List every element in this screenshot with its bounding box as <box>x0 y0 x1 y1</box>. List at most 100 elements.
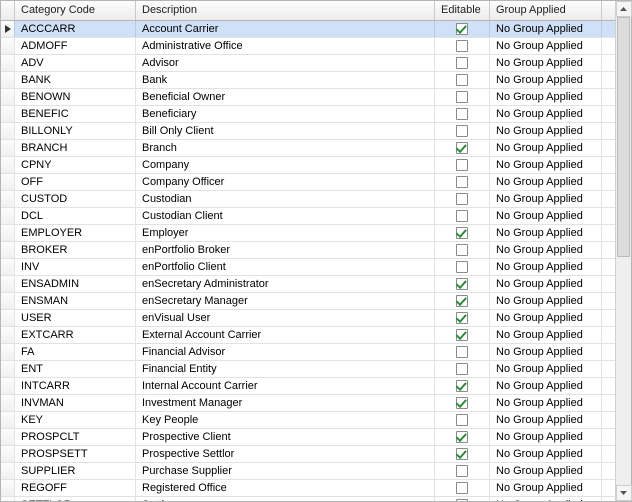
editable-checkbox[interactable] <box>456 278 468 290</box>
table-row[interactable]: BROKERenPortfolio BrokerNo Group Applied <box>1 242 615 259</box>
table-row[interactable]: ADMOFFAdministrative Office No Group Appl… <box>1 38 615 55</box>
table-row[interactable]: BENOWNBeneficial OwnerNo Group Applied <box>1 89 615 106</box>
cell-description[interactable]: enPortfolio Broker <box>136 242 435 258</box>
cell-category-code[interactable]: CPNY <box>15 157 136 173</box>
row-indicator[interactable] <box>1 242 15 258</box>
cell-group-applied[interactable]: No Group Applied <box>490 21 602 37</box>
cell-description[interactable]: Employer <box>136 225 435 241</box>
cell-category-code[interactable]: INVMAN <box>15 395 136 411</box>
editable-checkbox[interactable] <box>456 108 468 120</box>
cell-category-code[interactable]: KEY <box>15 412 136 428</box>
cell-editable[interactable] <box>435 208 490 224</box>
cell-description[interactable]: Key People <box>136 412 435 428</box>
editable-checkbox[interactable] <box>456 261 468 273</box>
row-indicator[interactable] <box>1 259 15 275</box>
cell-category-code[interactable]: BENOWN <box>15 89 136 105</box>
cell-category-code[interactable]: EXTCARR <box>15 327 136 343</box>
table-row[interactable]: PROSPSETTProspective SettlorNo Group App… <box>1 446 615 463</box>
row-indicator[interactable] <box>1 157 15 173</box>
table-row[interactable]: ENSADMINenSecretary AdministratorNo Grou… <box>1 276 615 293</box>
cell-group-applied[interactable]: No Group Applied <box>490 293 602 309</box>
editable-checkbox[interactable] <box>456 380 468 392</box>
editable-checkbox[interactable] <box>456 397 468 409</box>
row-indicator[interactable] <box>1 344 15 360</box>
cell-editable[interactable] <box>435 72 490 88</box>
cell-editable[interactable] <box>435 429 490 445</box>
cell-category-code[interactable]: SUPPLIER <box>15 463 136 479</box>
cell-editable[interactable] <box>435 412 490 428</box>
cell-group-applied[interactable]: No Group Applied <box>490 259 602 275</box>
table-row[interactable]: ACCCARRAccount CarrierNo Group Applied <box>1 21 615 38</box>
editable-checkbox[interactable] <box>456 329 468 341</box>
table-row[interactable]: INVMANInvestment ManagerNo Group Applied <box>1 395 615 412</box>
cell-editable[interactable] <box>435 242 490 258</box>
row-indicator[interactable] <box>1 395 15 411</box>
row-indicator[interactable] <box>1 378 15 394</box>
row-indicator[interactable] <box>1 327 15 343</box>
cell-group-applied[interactable]: No Group Applied <box>490 412 602 428</box>
cell-category-code[interactable]: ENSMAN <box>15 293 136 309</box>
cell-category-code[interactable]: INTCARR <box>15 378 136 394</box>
cell-group-applied[interactable]: No Group Applied <box>490 446 602 462</box>
row-indicator[interactable] <box>1 174 15 190</box>
table-row[interactable]: SETTLORSettlorNo Group Applied <box>1 497 615 501</box>
table-row[interactable]: DCLCustodian ClientNo Group Applied <box>1 208 615 225</box>
row-indicator[interactable] <box>1 89 15 105</box>
cell-category-code[interactable]: ADMOFF <box>15 38 136 54</box>
cell-category-code[interactable]: OFF <box>15 174 136 190</box>
cell-group-applied[interactable]: No Group Applied <box>490 480 602 496</box>
cell-editable[interactable] <box>435 463 490 479</box>
editable-checkbox[interactable] <box>456 414 468 426</box>
row-indicator[interactable] <box>1 293 15 309</box>
row-indicator[interactable] <box>1 191 15 207</box>
editable-checkbox[interactable] <box>456 176 468 188</box>
header-row-indicator[interactable] <box>1 1 15 20</box>
editable-checkbox[interactable] <box>456 91 468 103</box>
cell-group-applied[interactable]: No Group Applied <box>490 225 602 241</box>
cell-category-code[interactable]: PROSPCLT <box>15 429 136 445</box>
header-group-applied[interactable]: Group Applied <box>490 1 602 20</box>
row-indicator[interactable] <box>1 412 15 428</box>
cell-description[interactable]: Prospective Client <box>136 429 435 445</box>
cell-group-applied[interactable]: No Group Applied <box>490 174 602 190</box>
table-row[interactable]: ENSMANenSecretary Manager No Group Applie… <box>1 293 615 310</box>
cell-description[interactable]: Bill Only Client <box>136 123 435 139</box>
row-indicator[interactable] <box>1 276 15 292</box>
cell-editable[interactable] <box>435 378 490 394</box>
cell-group-applied[interactable]: No Group Applied <box>490 38 602 54</box>
editable-checkbox[interactable] <box>456 346 468 358</box>
editable-checkbox[interactable] <box>456 40 468 52</box>
cell-description[interactable]: Branch <box>136 140 435 156</box>
row-indicator[interactable] <box>1 225 15 241</box>
cell-group-applied[interactable]: No Group Applied <box>490 361 602 377</box>
cell-group-applied[interactable]: No Group Applied <box>490 327 602 343</box>
table-row[interactable]: REGOFFRegistered OfficeNo Group Applied <box>1 480 615 497</box>
editable-checkbox[interactable] <box>456 244 468 256</box>
row-indicator[interactable] <box>1 429 15 445</box>
row-indicator[interactable] <box>1 21 15 37</box>
table-row[interactable]: CPNYCompanyNo Group Applied <box>1 157 615 174</box>
cell-description[interactable]: Company <box>136 157 435 173</box>
cell-group-applied[interactable]: No Group Applied <box>490 72 602 88</box>
table-row[interactable]: BANKBankNo Group Applied <box>1 72 615 89</box>
cell-editable[interactable] <box>435 310 490 326</box>
table-row[interactable]: EXTCARRExternal Account CarrierNo Group … <box>1 327 615 344</box>
header-description[interactable]: Description <box>136 1 435 20</box>
header-editable[interactable]: Editable <box>435 1 490 20</box>
row-indicator[interactable] <box>1 123 15 139</box>
cell-editable[interactable] <box>435 344 490 360</box>
cell-editable[interactable] <box>435 293 490 309</box>
cell-description[interactable]: Settlor <box>136 497 435 501</box>
row-indicator[interactable] <box>1 140 15 156</box>
editable-checkbox[interactable] <box>456 125 468 137</box>
table-row[interactable]: ADVAdvisorNo Group Applied <box>1 55 615 72</box>
editable-checkbox[interactable] <box>456 193 468 205</box>
cell-group-applied[interactable]: No Group Applied <box>490 89 602 105</box>
cell-category-code[interactable]: USER <box>15 310 136 326</box>
scroll-up-button[interactable] <box>616 1 632 17</box>
cell-editable[interactable] <box>435 38 490 54</box>
cell-description[interactable]: Administrative Office <box>136 38 435 54</box>
table-row[interactable]: KEYKey People No Group Applied <box>1 412 615 429</box>
cell-description[interactable]: Financial Advisor <box>136 344 435 360</box>
cell-description[interactable]: enSecretary Manager <box>136 293 435 309</box>
